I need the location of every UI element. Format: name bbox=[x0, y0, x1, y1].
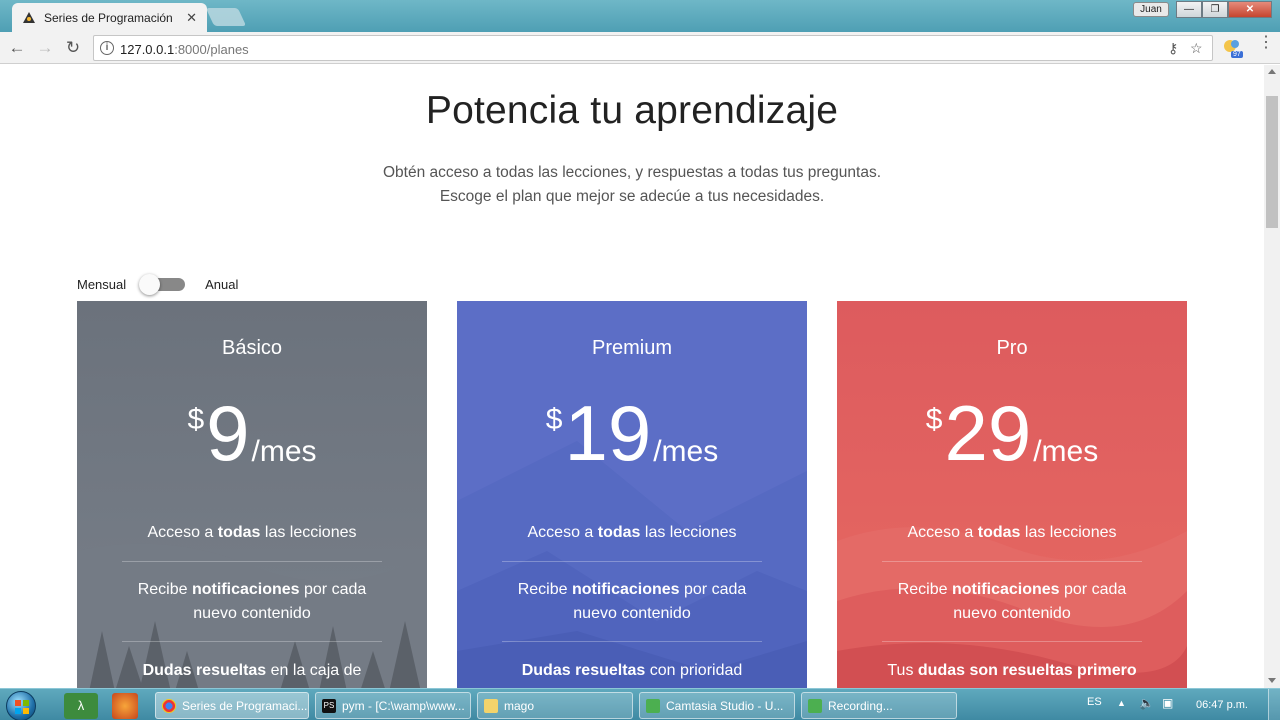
windows-logo-icon bbox=[15, 700, 29, 714]
plan-feature: Acceso a todas las lecciones bbox=[147, 524, 357, 541]
start-button[interactable] bbox=[6, 691, 36, 720]
plan-feature: Recibe notificaciones por cada nuevo con… bbox=[137, 581, 367, 622]
browser-tab[interactable]: Series de Programación ✕ bbox=[12, 3, 207, 32]
tab-close-icon[interactable]: ✕ bbox=[186, 10, 197, 26]
plan-price: $ 29 /mes bbox=[925, 389, 1099, 477]
feature-divider bbox=[122, 641, 382, 642]
site-favicon-icon bbox=[23, 11, 35, 23]
plan-name: Premium bbox=[591, 337, 672, 359]
browser-title-bar: Series de Programación ✕ Juan — ❐ ✕ bbox=[0, 0, 1280, 32]
plan-price: $ 19 /mes bbox=[545, 389, 719, 477]
feature-divider bbox=[502, 641, 762, 642]
new-tab-button[interactable] bbox=[205, 8, 247, 26]
plan-name: Básico bbox=[221, 337, 283, 359]
lambda-app-icon[interactable]: λ bbox=[64, 693, 98, 719]
plan-card-pro[interactable]: Pro $ 29 /mes Acceso a todas las leccion… bbox=[837, 301, 1187, 688]
billing-switch[interactable] bbox=[139, 274, 186, 295]
browser-menu-icon[interactable]: ⋮ bbox=[1258, 35, 1274, 51]
phpstorm-icon: PS bbox=[322, 698, 336, 713]
plan-feature: Dudas resueltas en la caja de bbox=[142, 662, 362, 679]
network-icon[interactable]: ▣ bbox=[1162, 696, 1173, 710]
feature-divider bbox=[882, 561, 1142, 562]
taskbar-item-camtasia[interactable]: Camtasia Studio - U... bbox=[639, 692, 795, 719]
taskbar-item-phpstorm[interactable]: PS pym - [C:\wamp\www... bbox=[315, 692, 471, 719]
billing-period-toggle: Mensual Anual bbox=[77, 274, 238, 295]
plan-price: $ 9 /mes bbox=[187, 389, 317, 477]
plan-feature: Acceso a todas las lecciones bbox=[527, 524, 737, 541]
taskbar-item-folder[interactable]: mago bbox=[477, 692, 633, 719]
plan-feature: Recibe notificaciones por cada nuevo con… bbox=[517, 581, 747, 622]
site-info-icon[interactable]: i bbox=[100, 41, 114, 55]
plan-feature: Recibe notificaciones por cada nuevo con… bbox=[897, 581, 1127, 622]
plan-feature: Dudas resueltas con prioridad bbox=[521, 662, 743, 679]
bookmark-star-icon[interactable]: ☆ bbox=[1190, 40, 1203, 57]
monthly-label[interactable]: Mensual bbox=[77, 277, 126, 292]
back-arrow-icon[interactable]: ← bbox=[6, 37, 28, 59]
key-icon[interactable]: ⚷ bbox=[1168, 40, 1178, 57]
profile-button[interactable]: Juan bbox=[1133, 2, 1169, 17]
taskbar-clock[interactable]: 06:47 p.m. bbox=[1196, 699, 1248, 711]
forward-arrow-icon[interactable]: → bbox=[34, 37, 56, 59]
plan-card-basico[interactable]: Básico $ 9 /mes Acceso a todas las lecci… bbox=[77, 301, 427, 688]
taskbar-item-chrome[interactable]: Series de Programaci... bbox=[155, 692, 309, 719]
page-subtitle: Obtén acceso a todas las lecciones, y re… bbox=[382, 164, 881, 205]
reload-icon[interactable]: ↻ bbox=[62, 37, 84, 59]
scroll-down-icon[interactable] bbox=[1268, 678, 1276, 683]
annual-label[interactable]: Anual bbox=[205, 277, 238, 292]
minimize-button[interactable]: — bbox=[1176, 1, 1202, 18]
plan-name: Pro bbox=[996, 337, 1028, 359]
feature-divider bbox=[882, 641, 1142, 642]
scrollbar-thumb[interactable] bbox=[1266, 96, 1278, 228]
url-text[interactable]: 127.0.0.1:8000/planes bbox=[120, 42, 249, 57]
chrome-icon bbox=[162, 698, 176, 713]
extension-badge: 97 bbox=[1231, 51, 1243, 58]
browser-toolbar: ← → ↻ i 127.0.0.1:8000/planes ⚷ ☆ 97 ⋮ bbox=[0, 32, 1280, 64]
show-desktop-button[interactable] bbox=[1268, 689, 1280, 720]
page-viewport: Potencia tu aprendizaje Obtén acceso a t… bbox=[0, 65, 1264, 688]
taskbar-item-recording[interactable]: Recording... bbox=[801, 692, 957, 719]
feature-divider bbox=[122, 561, 382, 562]
windows-taskbar: λ Series de Programaci... PS pym - [C:\w… bbox=[0, 688, 1280, 720]
tab-title: Series de Programación bbox=[44, 10, 173, 25]
plan-feature: Acceso a todas las lecciones bbox=[907, 524, 1117, 541]
feature-divider bbox=[502, 561, 762, 562]
tray-expand-icon[interactable]: ▲ bbox=[1117, 698, 1126, 708]
recording-icon bbox=[808, 698, 822, 713]
volume-icon[interactable]: 🔈 bbox=[1139, 696, 1154, 710]
folder-icon bbox=[484, 698, 498, 713]
maximize-button[interactable]: ❐ bbox=[1202, 1, 1228, 18]
page-scrollbar[interactable] bbox=[1264, 65, 1280, 688]
camtasia-icon bbox=[646, 698, 660, 713]
scroll-up-icon[interactable] bbox=[1268, 69, 1276, 74]
plan-feature: Tus dudas son resueltas primero bbox=[887, 662, 1137, 679]
page-title: Potencia tu aprendizaje bbox=[425, 89, 839, 132]
switch-knob[interactable] bbox=[139, 274, 161, 295]
close-window-button[interactable]: ✕ bbox=[1228, 1, 1272, 18]
firefox-icon[interactable] bbox=[112, 693, 138, 719]
plan-card-premium[interactable]: Premium $ 19 /mes Acceso a todas las lec… bbox=[457, 301, 807, 688]
address-bar[interactable]: i 127.0.0.1:8000/planes ⚷ ☆ bbox=[93, 35, 1213, 61]
language-indicator[interactable]: ES bbox=[1087, 696, 1102, 708]
